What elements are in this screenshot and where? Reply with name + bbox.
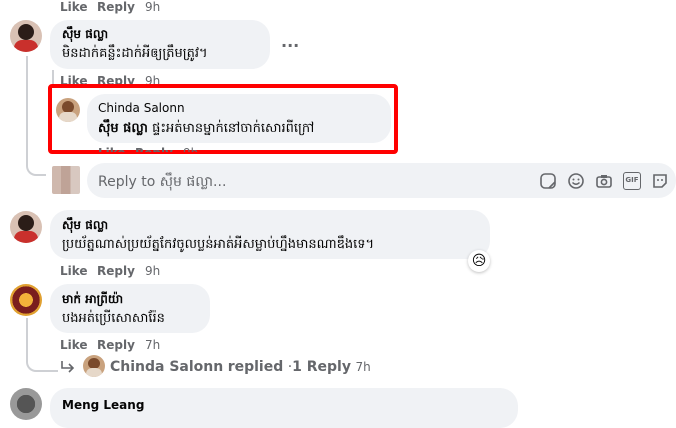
reply-body: ផ្ទះអត់មានម្នាក់នៅចាក់សោរពីក្រៅ [152, 121, 315, 136]
replies-count: 1 Reply [292, 359, 351, 375]
avatar [52, 166, 80, 194]
more-options-button[interactable]: ··· [281, 36, 299, 55]
top-like-link[interactable]: Like [60, 0, 88, 14]
comment-bubble: ស៊ឹម ផល្លា ប្រយ័ត្នណាស់ប្រយ័ត្នកែវចូលប្ល… [50, 210, 490, 259]
reaction-badge[interactable]: 😥 [468, 250, 490, 272]
replies-verb: replied [227, 359, 284, 375]
reply-arrow-icon [61, 361, 75, 373]
timestamp[interactable]: 9h [145, 264, 160, 278]
avatar [83, 355, 105, 377]
mention-link[interactable]: ស៊ឹម ផល្លា [98, 121, 148, 136]
avatar-sticker-icon[interactable] [651, 172, 669, 190]
comment-text: បងអត់ប្រើសោសារ៉ែន [62, 311, 165, 326]
reply-text: ស៊ឹម ផល្លា ផ្ទះអត់មានម្នាក់នៅចាក់សោរពីក្… [98, 120, 314, 139]
sticker-icon[interactable] [539, 172, 557, 190]
timestamp[interactable]: 7h [145, 338, 160, 352]
top-reply-link[interactable]: Reply [97, 0, 135, 14]
comment-bubble: Meng Leang [50, 388, 518, 428]
top-timestamp[interactable]: 9h [145, 0, 160, 14]
like-link[interactable]: Like [60, 264, 88, 278]
reply-link[interactable]: Reply [135, 146, 173, 152]
avatar[interactable] [56, 98, 80, 122]
emoji-icon[interactable] [567, 172, 585, 190]
replies-time: 7h [355, 360, 371, 374]
thread-line [26, 56, 46, 176]
gif-icon[interactable]: GIF [623, 172, 641, 190]
like-link[interactable]: Like [98, 146, 126, 152]
view-replies-link[interactable]: Chinda Salonn replied ·1 Reply 7h [60, 355, 371, 379]
comment-bubble: ស៊ឹម ផល្លា មិនដាក់គន្លឹះដាក់អីឲ្យត្រឹមត្… [50, 20, 270, 69]
avatar[interactable] [10, 20, 42, 52]
comment-bubble: មាក់ អាព្រីយ៉ា បងអត់ប្រើសោសារ៉ែន [50, 284, 210, 333]
reply-link[interactable]: Reply [97, 264, 135, 278]
comment-author[interactable]: ស៊ឹម ផល្លា [62, 26, 108, 44]
timestamp[interactable]: 9h [183, 146, 198, 152]
replies-author: Chinda Salonn [110, 359, 224, 375]
avatar[interactable] [10, 211, 42, 243]
reply-bubble: Chinda Salonn ស៊ឹម ផល្លា ផ្ទះអត់មានម្នាក… [87, 94, 391, 143]
comment-text: មិនដាក់គន្លឹះដាក់អីឲ្យត្រឹមត្រូវ។ [62, 46, 208, 61]
like-link[interactable]: Like [60, 338, 88, 352]
reply-placeholder: Reply to ស៊ឹម ផល្លា... [98, 174, 227, 190]
reply-link[interactable]: Reply [97, 338, 135, 352]
avatar[interactable] [10, 388, 42, 420]
reply-input[interactable]: Reply to ស៊ឹម ផល្លា... GIF [87, 163, 676, 198]
comment-author[interactable]: មាក់ អាព្រីយ៉ា [62, 291, 123, 309]
comment-author[interactable]: ស៊ឹម ផល្លា [62, 217, 108, 235]
camera-icon[interactable] [595, 172, 613, 190]
comment-text: ប្រយ័ត្នណាស់ប្រយ័ត្នកែវចូលប្លន់អាត់អីសម្… [62, 237, 375, 252]
reply-author[interactable]: Chinda Salonn [98, 101, 185, 115]
avatar[interactable] [10, 284, 42, 316]
